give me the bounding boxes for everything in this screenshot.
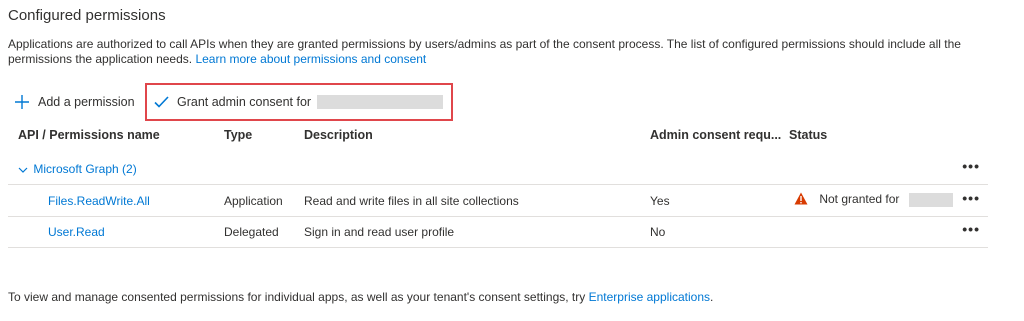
toolbar: Add a permission xyxy=(14,91,135,113)
learn-more-link[interactable]: Learn more about permissions and consent xyxy=(195,52,426,66)
plus-icon xyxy=(14,94,30,110)
page-title: Configured permissions xyxy=(8,7,166,24)
table-row: Files.ReadWrite.All Application Read and… xyxy=(8,186,988,217)
footer-note: To view and manage consented permissions… xyxy=(8,290,713,304)
footer-text: To view and manage consented permissions… xyxy=(8,290,586,304)
col-header-type[interactable]: Type xyxy=(224,128,252,142)
table-row: User.Read Delegated Sign in and read use… xyxy=(8,217,988,248)
enterprise-applications-link[interactable]: Enterprise applications xyxy=(589,290,710,304)
grant-admin-consent-button[interactable]: Grant admin consent for xyxy=(153,91,444,113)
permission-name[interactable]: User.Read xyxy=(48,225,105,239)
page-description: Applications are authorized to call APIs… xyxy=(8,37,1008,67)
admin-consent-value: Yes xyxy=(650,194,670,208)
footer-end: . xyxy=(710,290,714,304)
more-icon[interactable]: ••• xyxy=(962,190,980,206)
redacted-tenant-name xyxy=(908,193,953,207)
add-permission-label: Add a permission xyxy=(38,95,135,109)
permission-type: Delegated xyxy=(224,225,279,239)
admin-consent-value: No xyxy=(650,225,666,239)
group-row: Microsoft Graph (2) ••• xyxy=(8,154,988,185)
grant-admin-consent-label: Grant admin consent for xyxy=(177,95,312,109)
col-header-admin-consent[interactable]: Admin consent requ... xyxy=(650,128,781,142)
description-text: Applications are authorized to call APIs… xyxy=(8,37,961,66)
group-label[interactable]: Microsoft Graph (2) xyxy=(33,162,136,176)
permission-description: Read and write files in all site collect… xyxy=(304,194,519,208)
permission-description: Sign in and read user profile xyxy=(304,225,455,239)
chevron-down-icon xyxy=(18,163,28,177)
redacted-tenant-name xyxy=(317,95,444,109)
status-text: Not granted for xyxy=(819,192,900,207)
group-toggle[interactable]: Microsoft Graph (2) xyxy=(18,162,137,177)
add-permission-button[interactable]: Add a permission xyxy=(14,94,135,110)
more-icon[interactable]: ••• xyxy=(962,158,980,174)
col-header-status[interactable]: Status xyxy=(789,128,827,142)
status-cell: Not granted for xyxy=(794,192,953,208)
warning-icon xyxy=(794,192,808,208)
checkmark-icon xyxy=(153,94,169,110)
col-header-api[interactable]: API / Permissions name xyxy=(18,128,160,142)
more-icon[interactable]: ••• xyxy=(962,221,980,237)
col-header-description[interactable]: Description xyxy=(304,128,373,142)
permission-name[interactable]: Files.ReadWrite.All xyxy=(48,194,150,208)
permission-type: Application xyxy=(224,194,283,208)
